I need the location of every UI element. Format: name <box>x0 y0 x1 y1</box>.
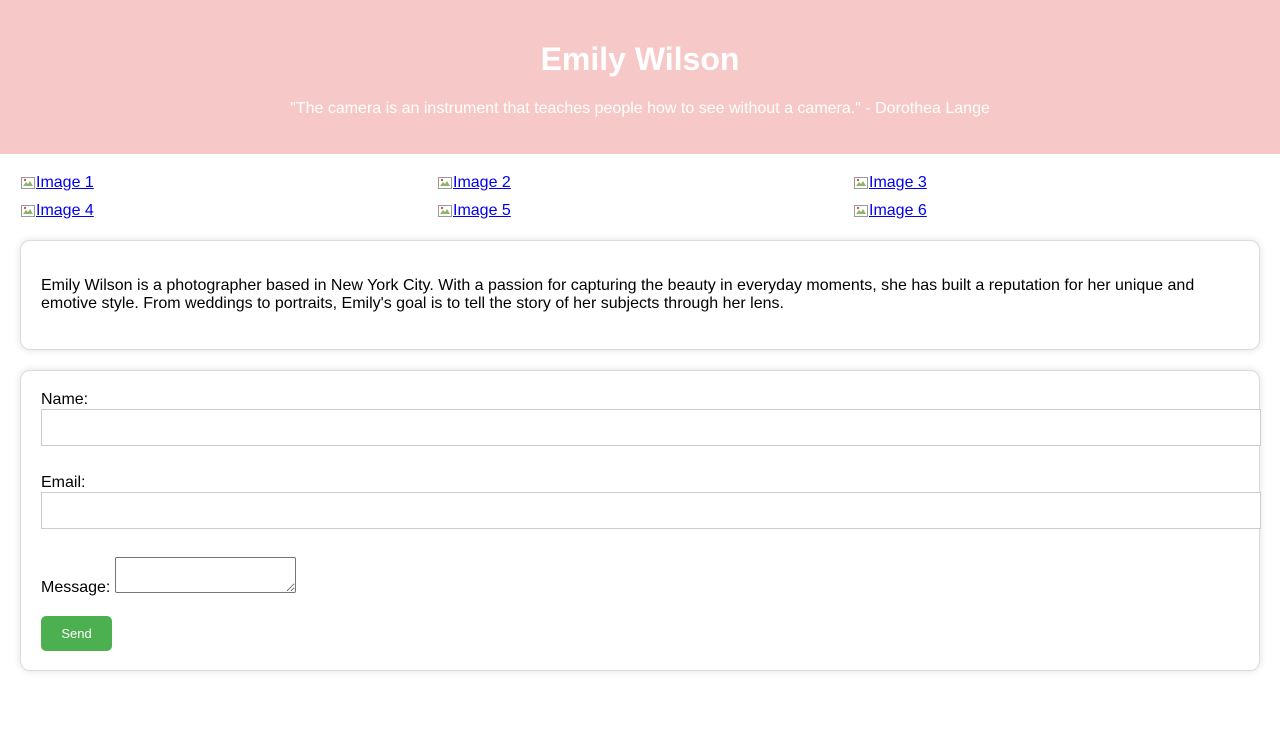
gallery-image-link[interactable]: Image 3 <box>853 174 927 192</box>
contact-form: Name: Email: Message: Send <box>20 370 1261 671</box>
broken-image-icon <box>20 203 36 219</box>
message-label: Message: <box>41 579 111 596</box>
gallery-image-alt: Image 1 <box>36 174 94 191</box>
broken-image-icon <box>20 175 36 191</box>
broken-image-icon <box>853 175 869 191</box>
gallery-image-alt: Image 6 <box>869 202 927 219</box>
about-section: Emily Wilson is a photographer based in … <box>20 240 1260 350</box>
gallery-image-alt: Image 3 <box>869 174 927 191</box>
gallery-image-link[interactable]: Image 2 <box>437 174 511 192</box>
broken-image-icon <box>437 203 453 219</box>
gallery-image-link[interactable]: Image 1 <box>20 174 94 192</box>
name-label: Name: <box>41 391 89 408</box>
gallery-image-alt: Image 2 <box>453 174 511 191</box>
email-label: Email: <box>41 474 86 491</box>
gallery-image-alt: Image 4 <box>36 202 94 219</box>
gallery-image-link[interactable]: Image 4 <box>20 202 94 220</box>
broken-image-icon <box>437 175 453 191</box>
broken-image-icon <box>853 203 869 219</box>
gallery-image-link[interactable]: Image 5 <box>437 202 511 220</box>
email-field[interactable] <box>41 492 1261 529</box>
header: Emily Wilson "The camera is an instrumen… <box>0 0 1280 154</box>
gallery-image-alt: Image 5 <box>453 202 511 219</box>
send-button[interactable]: Send <box>41 616 112 651</box>
gallery-image-link[interactable]: Image 6 <box>853 202 927 220</box>
about-text: Emily Wilson is a photographer based in … <box>41 277 1195 312</box>
name-field[interactable] <box>41 409 1261 446</box>
header-quote: "The camera is an instrument that teache… <box>290 100 990 117</box>
image-gallery: Image 1 Image 2 Image 3 Image 4 Image 5 … <box>0 154 1280 240</box>
page-title: Emily Wilson <box>540 41 740 77</box>
message-field[interactable] <box>115 557 296 593</box>
